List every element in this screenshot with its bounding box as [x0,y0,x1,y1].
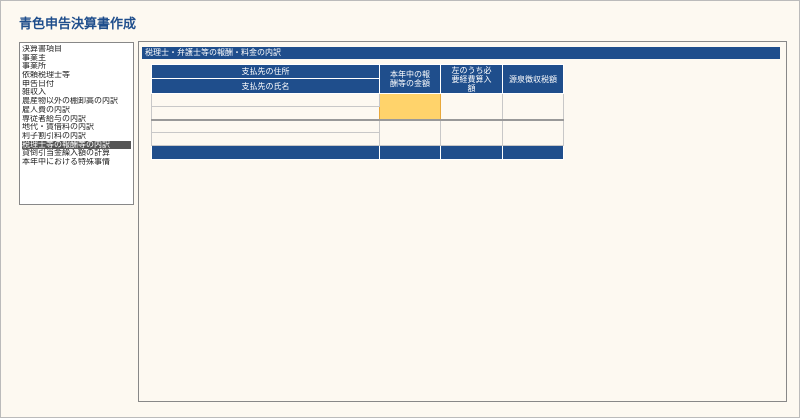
col-amount: 本年中の報酬等の金額 [379,64,441,94]
col-expense: 左のうち必要経費算入額 [440,64,503,94]
section-list-item[interactable]: 雇人費の内訳 [22,106,131,115]
section-list-item[interactable]: 依頼税理士等 [22,71,131,80]
section-list-item[interactable]: 申告日付 [22,80,131,89]
amount-input[interactable] [379,118,441,146]
col-withholding: 源泉徴収税額 [502,64,564,94]
name-input[interactable] [151,132,380,146]
total-row [151,145,380,160]
section-list-item[interactable]: 地代・賃借料の内訳 [22,123,131,132]
expense-input[interactable] [440,93,503,120]
withholding-input[interactable] [502,118,564,146]
section-list-item[interactable]: 本年中における特殊事情 [22,158,131,167]
address-input[interactable] [151,93,380,107]
address-input[interactable] [151,118,380,133]
section-list-item[interactable]: 貸倒引当金繰入額の計算 [22,149,131,158]
main-panel: 税理士・弁護士等の報酬・料金の内訳 支払先の住所 本年中の報酬等の金額 左のうち… [138,41,787,402]
expense-input[interactable] [440,118,503,146]
name-input[interactable] [151,106,380,120]
window: 青色申告決算書作成 決算書項目 事業主 事業所 依頼税理士等 申告日付 雑収入 農産物以外の… [0,0,800,418]
page-title: 青色申告決算書作成 [19,17,137,32]
fees-table: 支払先の住所 本年中の報酬等の金額 左のうち必要経費算入額 源泉徴収税額 支払先… [151,64,564,160]
section-list-item[interactable]: 税理士等の報酬等の内訳 [22,140,131,150]
section-header: 税理士・弁護士等の報酬・料金の内訳 [142,47,780,59]
amount-input[interactable] [379,93,441,120]
section-list-item[interactable]: 事業所 [22,62,131,71]
col-address: 支払先の住所 [151,64,380,79]
section-list-item[interactable]: 事業主 [22,54,131,63]
section-list-item[interactable]: 決算書項目 [22,45,131,54]
section-list-item[interactable]: 専従者給与の内訳 [22,115,131,124]
section-list-item[interactable]: 利子割引料の内訳 [22,132,131,141]
col-name: 支払先の氏名 [151,78,380,94]
withholding-input[interactable] [502,93,564,120]
section-list-item[interactable]: 雑収入 [22,88,131,97]
section-list-item[interactable]: 農産物以外の棚卸高の内訳 [22,97,131,106]
section-list[interactable]: 決算書項目 事業主 事業所 依頼税理士等 申告日付 雑収入 農産物以外の棚卸高の内訳 雇人費の… [19,42,134,205]
